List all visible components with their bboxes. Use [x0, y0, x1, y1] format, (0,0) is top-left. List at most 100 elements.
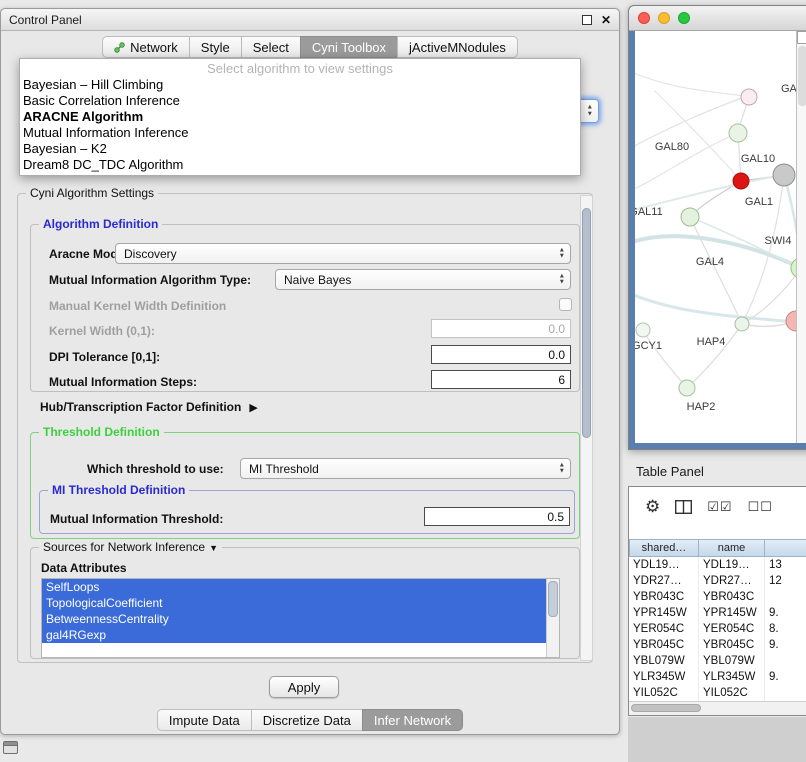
close-window-button[interactable]: [638, 12, 650, 24]
network-scrollbar-thumb[interactable]: [798, 46, 806, 106]
table-row[interactable]: YBL079WYBL079W: [629, 653, 806, 669]
float-window-icon[interactable]: [582, 15, 592, 25]
restore-panel-icon[interactable]: [3, 741, 18, 754]
zoom-window-button[interactable]: [678, 12, 690, 24]
network-node[interactable]: [681, 208, 699, 226]
table-panel-window: ⚙ ☑☑ ☐☐ shared…name YDL19…YDL19…13YDR27……: [628, 486, 806, 716]
column-header-1[interactable]: name: [699, 539, 765, 557]
attribute-item[interactable]: gal4RGexp: [42, 627, 547, 643]
table-cell: YLR345W: [629, 669, 699, 685]
hub-definition-toggle[interactable]: Hub/Transcription Factor Definition ▶: [40, 400, 258, 414]
network-scrollbar[interactable]: [796, 31, 806, 443]
table-row[interactable]: YDR27…YDR27…12: [629, 573, 806, 589]
settings-group-title: Cyni Algorithm Settings: [26, 186, 158, 200]
table-hscroll-thumb[interactable]: [631, 704, 701, 712]
dpi-tolerance-field[interactable]: 0.0: [431, 345, 571, 364]
network-node[interactable]: [636, 323, 650, 337]
table-cell: YBL079W: [629, 653, 699, 669]
algorithm-option[interactable]: Basic Correlation Inference: [20, 93, 580, 109]
table-row[interactable]: YDL19…YDL19…13: [629, 557, 806, 573]
attribute-items: SelfLoopsTopologicalCoefficientBetweenne…: [42, 579, 559, 643]
columns-icon[interactable]: [675, 500, 692, 514]
collapse-arrow-icon: ▼: [209, 543, 218, 553]
network-node[interactable]: [729, 124, 747, 142]
network-edge[interactable]: [784, 175, 796, 268]
close-panel-icon[interactable]: ✕: [601, 14, 611, 26]
tab-cyni-toolbox[interactable]: Cyni Toolbox: [300, 36, 398, 58]
table-cell: YPR145W: [699, 605, 765, 621]
settings-scrollbar-thumb[interactable]: [582, 208, 591, 438]
gear-icon[interactable]: ⚙: [645, 497, 660, 517]
apply-button-label: Apply: [288, 680, 321, 695]
tab-jactivemnodules[interactable]: jActiveMNodules: [397, 36, 518, 58]
minimize-window-button[interactable]: [658, 12, 670, 24]
network-canvas[interactable]: GAL8GAL80GAL10GAL11GAL1SWI4GAL4GCY1HAP4Y…: [635, 31, 796, 445]
settings-scrollbar[interactable]: [580, 195, 593, 661]
scroll-corner-box[interactable]: [797, 31, 806, 44]
threshold-combobox[interactable]: MI Threshold ▲▼: [240, 458, 571, 479]
attribute-item[interactable]: SelfLoops: [42, 579, 547, 595]
attributes-scrollbar[interactable]: [546, 579, 559, 657]
select-all-checkboxes-icon[interactable]: ☑☑: [707, 499, 732, 515]
manual-kernel-width-checkbox[interactable]: [559, 298, 572, 311]
control-panel-titlebar[interactable]: Control Panel ✕: [1, 9, 619, 31]
network-edge[interactable]: [635, 71, 749, 97]
attribute-item[interactable]: TopologicalCoefficient: [42, 595, 547, 611]
mi-steps-field[interactable]: 6: [431, 370, 571, 389]
network-node[interactable]: [735, 317, 749, 331]
network-edge[interactable]: [687, 324, 742, 388]
network-node[interactable]: [733, 173, 749, 189]
column-header-0[interactable]: shared…: [629, 539, 699, 557]
sources-group-title[interactable]: Sources for Network Inference ▼: [39, 540, 222, 554]
tab-style[interactable]: Style: [189, 36, 242, 58]
bottom-tab-impute-data[interactable]: Impute Data: [157, 709, 252, 731]
table-row[interactable]: YIL052CYIL052C: [629, 685, 806, 701]
table-cell: YBR045C: [699, 637, 765, 653]
mi-steps-label: Mutual Information Steps:: [49, 374, 197, 390]
table-horizontal-scrollbar[interactable]: [629, 701, 806, 715]
tab-network[interactable]: Network: [102, 36, 190, 58]
dpi-tolerance-value: 0.0: [548, 348, 565, 362]
dropdown-items: Bayesian – Hill ClimbingBasic Correlatio…: [20, 77, 580, 173]
sources-title: Sources for Network Inference: [43, 540, 205, 554]
bottom-tab-infer-network[interactable]: Infer Network: [362, 709, 463, 731]
algorithm-option[interactable]: Bayesian – K2: [20, 141, 580, 157]
table-row[interactable]: YLR345WYLR345W9.: [629, 669, 806, 685]
network-window-titlebar[interactable]: [629, 6, 806, 31]
table-row[interactable]: YBR045CYBR045C9.: [629, 637, 806, 653]
network-edge[interactable]: [635, 293, 796, 323]
network-edge[interactable]: [690, 217, 742, 324]
network-node[interactable]: [679, 380, 695, 396]
aracne-mode-combobox[interactable]: Discovery ▲▼: [115, 243, 571, 264]
table-rows: YDL19…YDL19…13YDR27…YDR27…12YBR043CYBR04…: [629, 557, 806, 701]
tab-select[interactable]: Select: [241, 36, 301, 58]
kernel-width-field[interactable]: 0.0: [431, 319, 571, 338]
table-row[interactable]: YBR043CYBR043C: [629, 589, 806, 605]
network-node[interactable]: [773, 164, 795, 186]
control-panel-tab-bar: NetworkStyleSelectCyni ToolboxjActiveMNo…: [1, 36, 619, 58]
algorithm-option[interactable]: ARACNE Algorithm: [20, 109, 580, 125]
network-node[interactable]: [741, 89, 757, 105]
table-row[interactable]: YPR145WYPR145W9.: [629, 605, 806, 621]
attribute-item[interactable]: BetweennessCentrality: [42, 611, 547, 627]
deselect-all-checkboxes-icon[interactable]: ☐☐: [748, 499, 773, 515]
data-attributes-list[interactable]: SelfLoopsTopologicalCoefficientBetweenne…: [41, 578, 560, 658]
attributes-scrollbar-thumb[interactable]: [548, 581, 558, 617]
bottom-tab-discretize-data[interactable]: Discretize Data: [251, 709, 363, 731]
table-cell: 13: [765, 557, 806, 573]
network-edge[interactable]: [655, 91, 741, 181]
network-view-window: GAL8GAL80GAL10GAL11GAL1SWI4GAL4GCY1HAP4Y…: [628, 5, 806, 450]
network-node[interactable]: [786, 311, 796, 331]
dpi-tolerance-label: DPI Tolerance [0,1]:: [49, 349, 160, 365]
mi-algorithm-type-combobox[interactable]: Naive Bayes ▲▼: [275, 269, 571, 290]
threshold-definition-group: Threshold Definition Which threshold to …: [30, 432, 580, 539]
algorithm-option[interactable]: Bayesian – Hill Climbing: [20, 77, 580, 93]
table-cell: [765, 685, 806, 701]
mi-threshold-field[interactable]: 0.5: [424, 507, 570, 526]
table-row[interactable]: YER054CYER054C8.: [629, 621, 806, 637]
algorithm-option[interactable]: Mutual Information Inference: [20, 125, 580, 141]
column-header-2[interactable]: [765, 539, 806, 557]
network-edge[interactable]: [643, 330, 687, 388]
apply-button[interactable]: Apply: [269, 676, 339, 698]
algorithm-option[interactable]: Dream8 DC_TDC Algorithm: [20, 157, 580, 173]
